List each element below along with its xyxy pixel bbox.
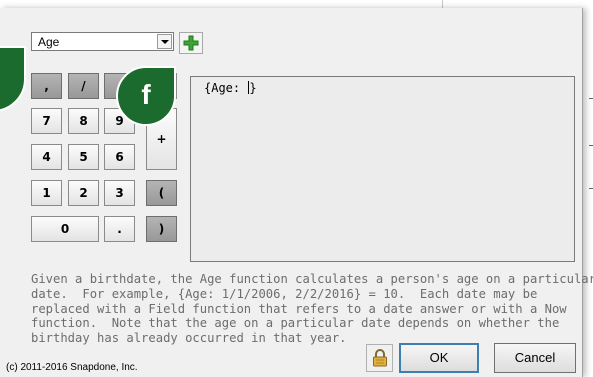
age-function-dialog: Age , / 7 8 9 + 4 5 6 1 2 3 ( 0 .) f {A… xyxy=(0,8,593,377)
dropdown-arrow-button[interactable] xyxy=(157,34,172,49)
screen: Age , / 7 8 9 + 4 5 6 1 2 3 ( 0 .) f {A… xyxy=(0,0,593,377)
function-select[interactable]: Age xyxy=(31,32,174,51)
function-select-value: Age xyxy=(38,35,60,49)
insert-function-button[interactable] xyxy=(179,32,203,54)
description-line: Given a birthdate, the Age function calc… xyxy=(31,272,593,286)
key-comma[interactable]: , xyxy=(31,73,62,99)
callout-letter: f xyxy=(141,79,151,110)
formula-text: {Age: } xyxy=(204,81,257,95)
key-8[interactable]: 8 xyxy=(68,108,99,134)
key-dot[interactable]: . xyxy=(104,216,135,242)
formula-editor[interactable]: {Age: } xyxy=(190,76,575,262)
formula-prefix: {Age: xyxy=(204,81,248,95)
callout-badge-left xyxy=(0,46,26,112)
key-close-paren[interactable]: ) xyxy=(146,216,177,242)
description-line: function. Note that the age on a particu… xyxy=(31,316,560,331)
background-tick xyxy=(589,145,593,146)
key-0[interactable]: 0 xyxy=(31,216,99,242)
formula-suffix: } xyxy=(249,81,257,95)
background-tick xyxy=(589,98,593,99)
description-line: date. For example, {Age: 1/1/2006, 2/2/2… xyxy=(31,286,538,301)
copyright-text: (c) 2011-2016 Snapdone, Inc. xyxy=(6,362,138,373)
function-description: Given a birthdate, the Age function calc… xyxy=(31,272,593,346)
key-4[interactable]: 4 xyxy=(31,144,62,170)
cancel-button[interactable]: Cancel xyxy=(494,343,576,373)
key-2[interactable]: 2 xyxy=(68,180,99,206)
chevron-down-icon xyxy=(161,40,169,44)
callout-badge-f: f xyxy=(116,66,176,126)
key-1[interactable]: 1 xyxy=(31,180,62,206)
lock-icon xyxy=(373,349,387,367)
ok-button[interactable]: OK xyxy=(399,343,479,373)
description-line: replaced with a Field function that refe… xyxy=(31,301,567,316)
key-6[interactable]: 6 xyxy=(104,144,135,170)
key-3[interactable]: 3 xyxy=(104,180,135,206)
key-slash[interactable]: / xyxy=(68,73,99,99)
lock-button[interactable] xyxy=(366,344,393,372)
key-7[interactable]: 7 xyxy=(31,108,62,134)
plus-icon xyxy=(183,35,199,51)
background-tick xyxy=(589,188,593,189)
key-open-paren[interactable]: ( xyxy=(146,180,177,206)
key-5[interactable]: 5 xyxy=(68,144,99,170)
